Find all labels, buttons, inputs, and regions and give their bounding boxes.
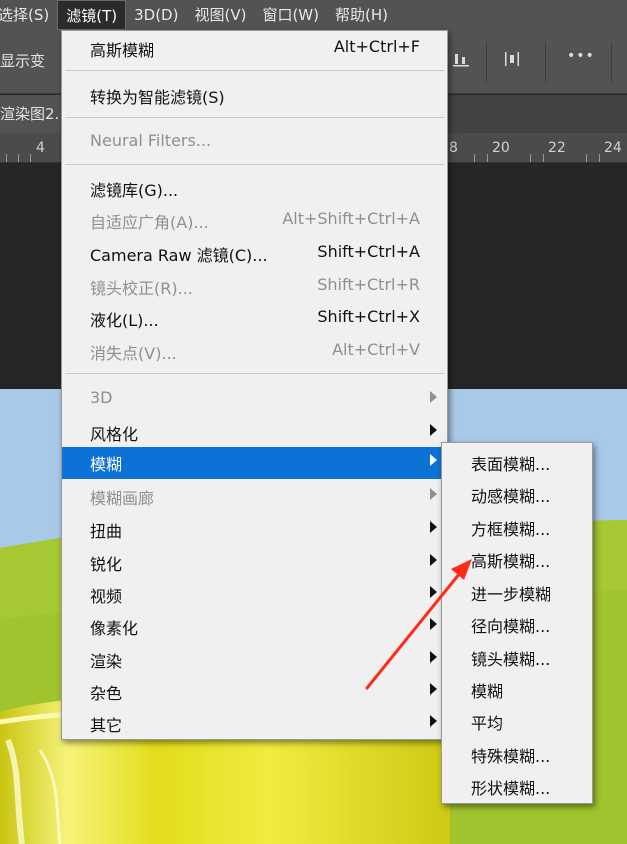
submenu-item-motion-blur[interactable]: 动感模糊... (442, 478, 592, 510)
blur-submenu: 表面模糊... 动感模糊... 方框模糊... 高斯模糊... 进一步模糊 径向… (441, 442, 593, 804)
menu-item-stylize[interactable]: 风格化 (62, 417, 447, 447)
submenu-item-average[interactable]: 平均 (442, 705, 592, 737)
submenu-item-blur-more[interactable]: 进一步模糊 (442, 576, 592, 608)
menu-item-camera-raw[interactable]: Camera Raw 滤镜(C)... Shift+Ctrl+A (62, 238, 447, 268)
menu-item-lens-correction[interactable]: 镜头校正(R)... Shift+Ctrl+R (62, 271, 447, 301)
menu-item-vanishing-point[interactable]: 消失点(V)... Alt+Ctrl+V (62, 336, 447, 366)
menu-item-video[interactable]: 视频 (62, 579, 447, 609)
submenu-arrow-icon (430, 618, 437, 630)
menu-separator (65, 70, 444, 71)
submenu-item-lens-blur[interactable]: 镜头模糊... (442, 641, 592, 673)
submenu-arrow-icon (430, 424, 437, 436)
menu-separator (65, 117, 444, 118)
menu-item-sharpen[interactable]: 锐化 (62, 547, 447, 577)
menu-item-last-filter[interactable]: 高斯模糊 Alt+Ctrl+F (62, 33, 447, 63)
menu-item-3d[interactable]: 3D (62, 384, 447, 414)
menu-item-pixelate[interactable]: 像素化 (62, 611, 447, 641)
menu-item-blur[interactable]: 模糊 (62, 447, 447, 479)
filter-menu: 高斯模糊 Alt+Ctrl+F 转换为智能滤镜(S) Neural Filter… (61, 30, 448, 740)
submenu-arrow-icon (430, 488, 437, 500)
submenu-item-gaussian-blur[interactable]: 高斯模糊... (442, 543, 592, 575)
submenu-item-blur[interactable]: 模糊 (442, 673, 592, 705)
submenu-arrow-icon (430, 683, 437, 695)
menu-item-blur-gallery[interactable]: 模糊画廊 (62, 481, 447, 511)
menu-separator (65, 164, 444, 165)
menu-item-distort[interactable]: 扭曲 (62, 514, 447, 544)
menu-separator (65, 373, 444, 374)
menu-item-other[interactable]: 其它 (62, 708, 447, 738)
menu-item-neural-filters[interactable]: Neural Filters... (62, 127, 447, 157)
submenu-arrow-icon (430, 391, 437, 403)
submenu-item-surface-blur[interactable]: 表面模糊... (442, 446, 592, 478)
submenu-item-shape-blur[interactable]: 形状模糊... (442, 770, 592, 802)
submenu-arrow-icon (430, 715, 437, 727)
menu-item-noise[interactable]: 杂色 (62, 676, 447, 706)
submenu-arrow-icon (430, 651, 437, 663)
menu-item-convert-smart-filter[interactable]: 转换为智能滤镜(S) (62, 80, 447, 110)
submenu-item-box-blur[interactable]: 方框模糊... (442, 511, 592, 543)
menu-item-filter-gallery[interactable]: 滤镜库(G)... (62, 173, 447, 203)
submenu-item-radial-blur[interactable]: 径向模糊... (442, 608, 592, 640)
submenu-arrow-icon (430, 586, 437, 598)
menu-item-render[interactable]: 渲染 (62, 644, 447, 674)
menu-item-liquify[interactable]: 液化(L)... Shift+Ctrl+X (62, 303, 447, 333)
menu-item-adaptive-wide-angle[interactable]: 自适应广角(A)... Alt+Shift+Ctrl+A (62, 205, 447, 235)
submenu-item-smart-blur[interactable]: 特殊模糊... (442, 738, 592, 770)
submenu-arrow-icon (430, 454, 437, 466)
submenu-arrow-icon (430, 554, 437, 566)
submenu-arrow-icon (430, 521, 437, 533)
